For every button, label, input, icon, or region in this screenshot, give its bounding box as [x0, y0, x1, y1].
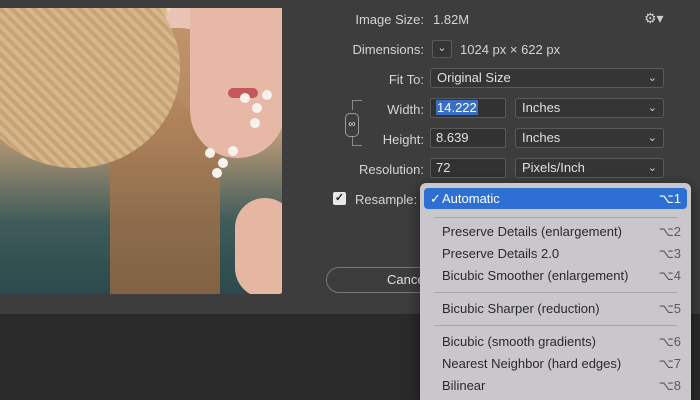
resolution-label: Resolution: [358, 162, 424, 177]
width-label: Width: [387, 102, 424, 117]
resample-dropdown-menu: ✓ Automatic ⌥1 Preserve Details (enlarge… [420, 183, 691, 400]
resample-checkbox[interactable]: ✓ [333, 192, 346, 205]
chevron-down-icon: ⌄ [647, 72, 657, 84]
chevron-down-icon: ⌄ [647, 102, 657, 114]
menu-item-bilinear[interactable]: Bilinear ⌥8 [424, 375, 687, 396]
height-input[interactable]: 8.639 [430, 128, 506, 148]
fit-to-value: Original Size [437, 70, 511, 85]
chevron-down-icon[interactable]: ⌄ [432, 40, 452, 58]
checkmark-icon: ✓ [430, 191, 441, 206]
menu-item-bicubic[interactable]: Bicubic (smooth gradients) ⌥6 [424, 331, 687, 352]
height-unit-select[interactable]: Inches ⌄ [515, 128, 664, 148]
resolution-input[interactable]: 72 [430, 158, 506, 178]
menu-item-bicubic-sharper[interactable]: Bicubic Sharper (reduction) ⌥5 [424, 298, 687, 319]
resolution-unit-value: Pixels/Inch [522, 160, 585, 175]
width-unit-select[interactable]: Inches ⌄ [515, 98, 664, 118]
fit-to-label: Fit To: [388, 72, 424, 87]
image-size-value: 1.82M [433, 12, 470, 27]
height-unit-value: Inches [522, 130, 561, 145]
chevron-down-icon: ⌄ [647, 162, 657, 174]
menu-item-automatic[interactable]: ✓ Automatic ⌥1 [424, 188, 687, 209]
menu-item-nearest-neighbor[interactable]: Nearest Neighbor (hard edges) ⌥7 [424, 353, 687, 374]
menu-separator [434, 292, 677, 293]
dimensions-value: 1024 px × 622 px [460, 42, 561, 57]
width-unit-value: Inches [522, 100, 561, 115]
menu-item-preserve-details[interactable]: Preserve Details (enlargement) ⌥2 [424, 221, 687, 242]
menu-separator [434, 217, 677, 218]
width-input[interactable]: 14.222 [430, 98, 506, 118]
dimensions-label: Dimensions: [352, 42, 424, 57]
image-preview [0, 8, 282, 294]
image-size-label: Image Size: [355, 12, 424, 27]
menu-separator [434, 325, 677, 326]
resolution-unit-select[interactable]: Pixels/Inch ⌄ [515, 158, 664, 178]
gear-icon[interactable]: ⚙▾ [644, 10, 664, 27]
resample-label: Resample: [355, 192, 418, 207]
menu-item-bicubic-smoother[interactable]: Bicubic Smoother (enlargement) ⌥4 [424, 265, 687, 286]
menu-item-preserve-details-2[interactable]: Preserve Details 2.0 ⌥3 [424, 243, 687, 264]
height-label: Height: [382, 132, 424, 147]
chevron-down-icon: ⌄ [647, 132, 657, 144]
fit-to-select[interactable]: Original Size ⌄ [430, 68, 664, 88]
